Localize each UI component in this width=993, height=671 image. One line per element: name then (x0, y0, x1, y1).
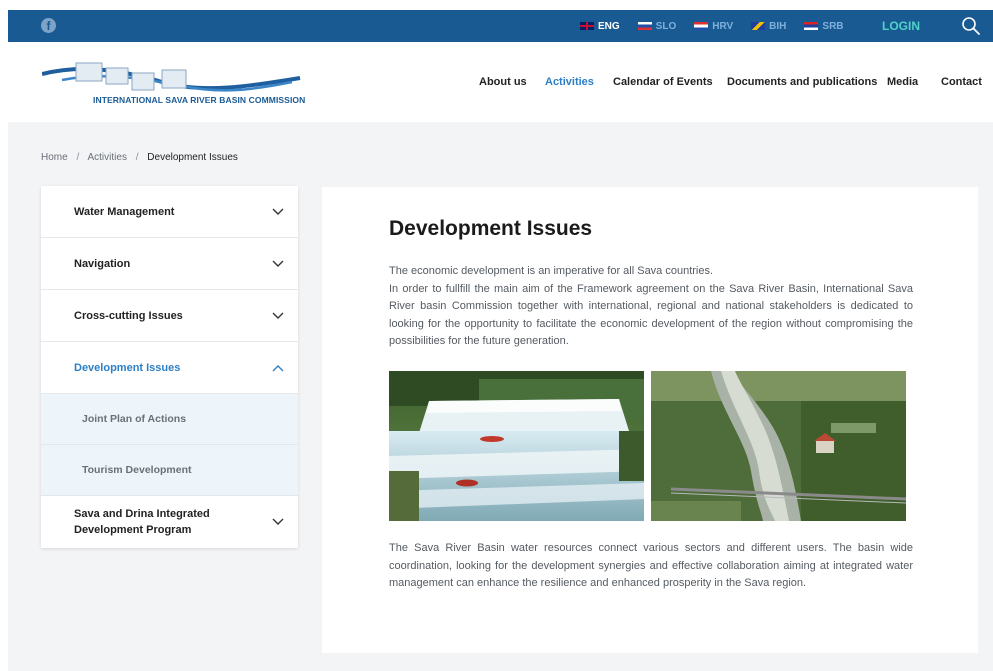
breadcrumb: Home / Activities / Development Issues (41, 152, 238, 163)
serbia-flag-icon (804, 22, 819, 30)
sidebar-item-navigation[interactable]: Navigation (41, 238, 298, 290)
sidebar-item-development-issues[interactable]: Development Issues (41, 342, 298, 394)
language-switcher: ENG SLO HRV BIH SRB (580, 10, 862, 42)
facebook-icon[interactable]: f (41, 18, 56, 33)
main-article: Development Issues The economic developm… (322, 187, 978, 653)
content-area: Home / Activities / Development Issues W… (8, 122, 993, 671)
chevron-down-icon (272, 312, 284, 319)
chevron-down-icon (272, 208, 284, 215)
page-title: Development Issues (389, 217, 593, 240)
sidebar-item-water-management[interactable]: Water Management (41, 186, 298, 238)
breadcrumb-separator: / (76, 152, 80, 163)
chevron-down-icon (272, 260, 284, 267)
sidebar-item-cross-cutting-issues[interactable]: Cross-cutting Issues (41, 290, 298, 342)
breadcrumb-current: Development Issues (147, 152, 238, 163)
nav-documents-and-publications[interactable]: Documents and publications (727, 76, 877, 88)
site-header: INTERNATIONAL SAVA RIVER BASIN COMMISSIO… (8, 42, 993, 122)
aerial-river-image (651, 371, 906, 521)
breadcrumb-home[interactable]: Home (41, 152, 68, 163)
breadcrumb-activities[interactable]: Activities (87, 152, 126, 163)
lang-eng[interactable]: ENG (580, 21, 620, 32)
croatia-flag-icon (694, 22, 709, 30)
chevron-up-icon (272, 364, 284, 371)
sidebar-item-sava-and-drina[interactable]: Sava and Drina Integrated Development Pr… (41, 496, 298, 548)
lang-bih[interactable]: BIH (751, 21, 786, 32)
sidebar-subitem-tourism-development[interactable]: Tourism Development (41, 445, 298, 496)
top-bar: f ENG SLO HRV BIH SRB LOGIN (8, 10, 993, 42)
nav-about-us[interactable]: About us (479, 76, 527, 88)
logo-text: INTERNATIONAL SAVA RIVER BASIN COMMISSIO… (93, 95, 306, 105)
bosnia-flag-icon (751, 22, 766, 30)
intro-paragraph: The economic development is an imperativ… (389, 265, 913, 347)
slovenia-flag-icon (637, 22, 652, 30)
search-icon[interactable] (961, 16, 981, 36)
lang-slo[interactable]: SLO (637, 21, 676, 32)
chevron-down-icon (272, 518, 284, 525)
lang-srb[interactable]: SRB (804, 21, 844, 32)
sidebar-subitem-joint-plan-of-actions[interactable]: Joint Plan of Actions (41, 394, 298, 445)
login-link[interactable]: LOGIN (882, 19, 920, 33)
nav-media[interactable]: Media (887, 76, 918, 88)
nav-activities[interactable]: Activities (545, 76, 594, 88)
nav-contact[interactable]: Contact (941, 76, 982, 88)
waterfall-rafting-image (389, 371, 644, 521)
lang-hrv[interactable]: HRV (694, 21, 733, 32)
sidebar-menu: Water Management Navigation Cross-cuttin… (41, 186, 298, 548)
nav-calendar-of-events[interactable]: Calendar of Events (613, 76, 713, 88)
breadcrumb-separator: / (135, 152, 139, 163)
closing-paragraph: The Sava River Basin water resources con… (389, 542, 913, 589)
uk-flag-icon (580, 22, 594, 30)
